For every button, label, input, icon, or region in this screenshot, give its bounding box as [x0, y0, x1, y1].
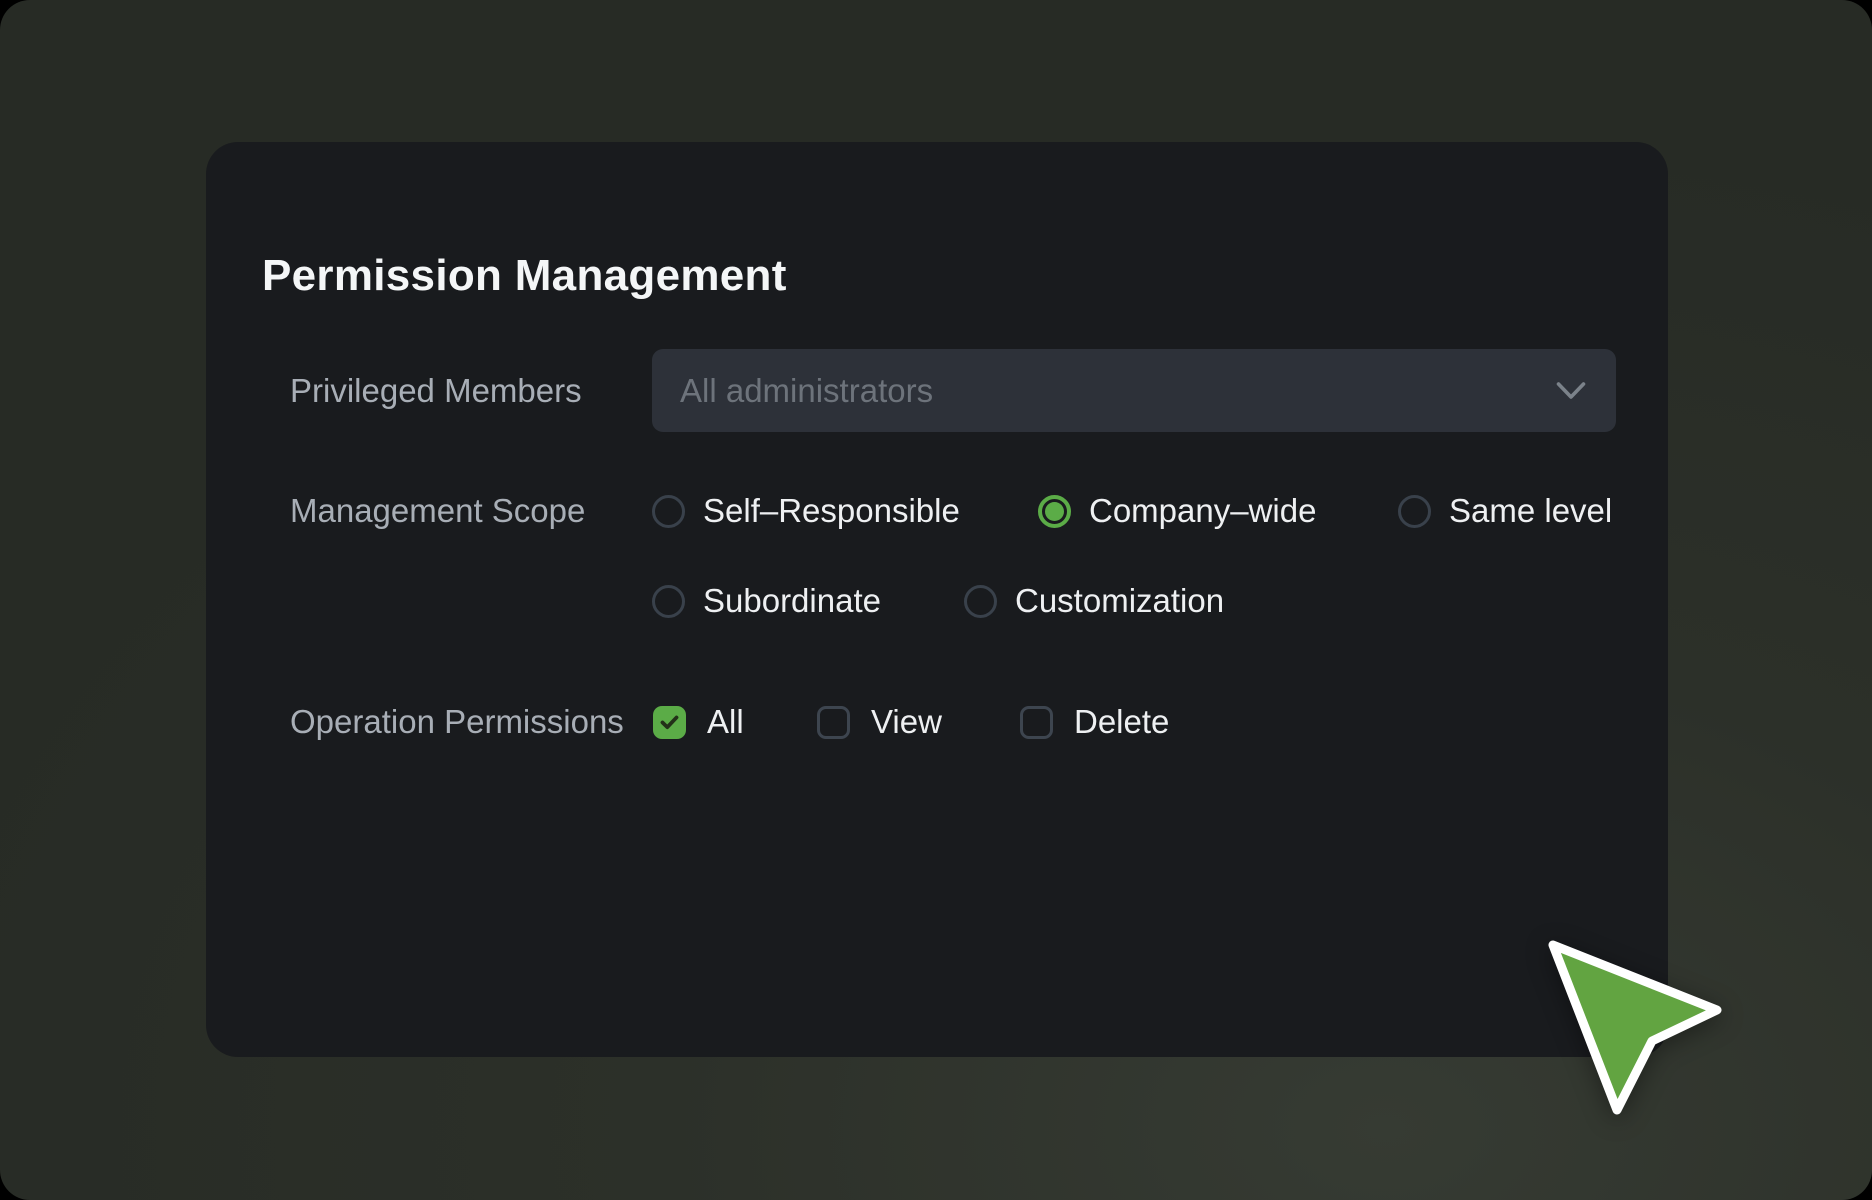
- operation-permissions-label: Operation Permissions: [290, 703, 624, 741]
- radio-unchecked-icon: [1398, 495, 1431, 528]
- check-icon: [660, 715, 679, 730]
- checkbox-label: All: [707, 703, 744, 741]
- radio-label: Customization: [1015, 582, 1224, 620]
- radio-unchecked-icon: [964, 585, 997, 618]
- management-scope-row-1: Management Scope Self–Responsible Compan…: [206, 494, 1668, 528]
- management-scope-label: Management Scope: [290, 492, 585, 530]
- checkbox-delete[interactable]: Delete: [1020, 703, 1169, 741]
- privileged-members-row: Privileged Members All administrators: [206, 349, 1668, 432]
- management-scope-row-2: Subordinate Customization: [206, 584, 1668, 618]
- radio-customization[interactable]: Customization: [964, 582, 1224, 620]
- checkbox-unchecked-icon: [1020, 706, 1053, 739]
- operation-permissions-row: Operation Permissions All View Delete: [206, 705, 1668, 739]
- permission-management-panel: Permission Management Privileged Members…: [206, 142, 1668, 1057]
- radio-selected-icon: [1038, 495, 1071, 528]
- radio-subordinate[interactable]: Subordinate: [652, 582, 881, 620]
- privileged-members-value: All administrators: [680, 372, 933, 410]
- checkbox-label: View: [871, 703, 942, 741]
- radio-company-wide[interactable]: Company–wide: [1038, 492, 1316, 530]
- privileged-members-select[interactable]: All administrators: [652, 349, 1616, 432]
- page-title: Permission Management: [262, 254, 787, 298]
- radio-unchecked-icon: [652, 585, 685, 618]
- radio-label: Subordinate: [703, 582, 881, 620]
- radio-same-level[interactable]: Same level: [1398, 492, 1612, 530]
- radio-self-responsible[interactable]: Self–Responsible: [652, 492, 960, 530]
- radio-unchecked-icon: [652, 495, 685, 528]
- radio-label: Company–wide: [1089, 492, 1316, 530]
- radio-label: Self–Responsible: [703, 492, 960, 530]
- privileged-members-label: Privileged Members: [290, 372, 582, 410]
- page-background: Permission Management Privileged Members…: [0, 0, 1872, 1200]
- checkbox-unchecked-icon: [817, 706, 850, 739]
- checkbox-all[interactable]: All: [653, 703, 744, 741]
- checkbox-checked-icon: [653, 706, 686, 739]
- checkbox-view[interactable]: View: [817, 703, 942, 741]
- chevron-down-icon: [1556, 381, 1586, 401]
- checkbox-label: Delete: [1074, 703, 1169, 741]
- radio-label: Same level: [1449, 492, 1612, 530]
